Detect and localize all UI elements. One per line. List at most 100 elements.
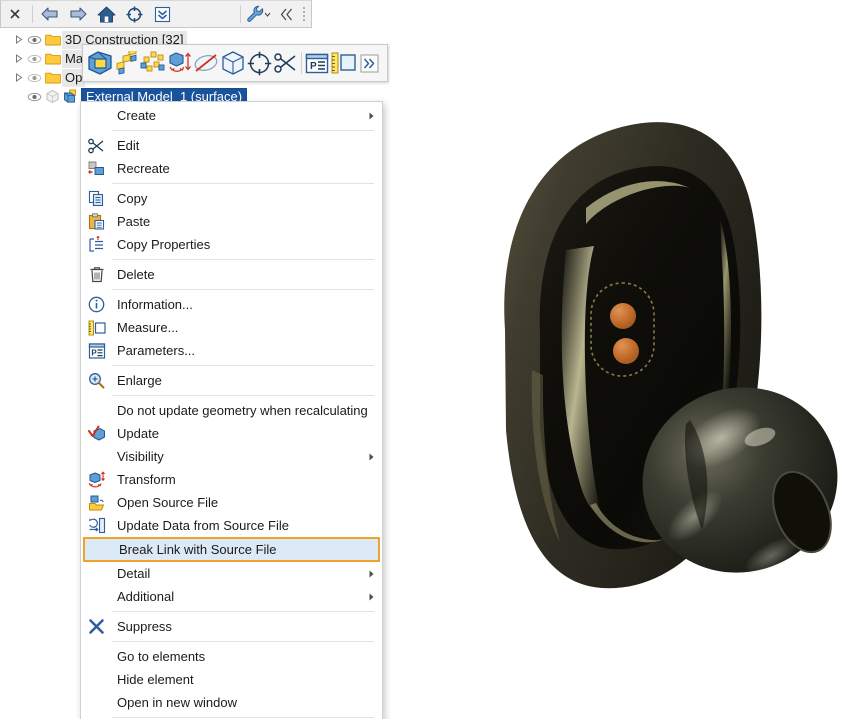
multi-bodies-icon[interactable]	[113, 48, 139, 78]
double-chevron-down-icon	[154, 6, 170, 22]
visibility-eye-icon[interactable]	[26, 68, 43, 87]
menu-item-delete[interactable]: Delete	[81, 263, 382, 286]
arrow-right-icon	[70, 7, 87, 21]
info-icon	[81, 293, 112, 316]
home-icon	[97, 6, 115, 22]
close-button[interactable]	[1, 1, 29, 27]
3d-viewport[interactable]	[390, 0, 854, 719]
menu-item-recreate[interactable]: Recreate	[81, 157, 382, 180]
recreate-icon	[81, 157, 112, 180]
magnifier-plus-icon	[81, 369, 112, 392]
menu-item-label: Update	[117, 425, 159, 441]
visibility-eye-icon[interactable]	[26, 49, 43, 68]
no-icon	[81, 668, 112, 691]
expand-triangle-icon[interactable]	[12, 30, 26, 49]
charging-contact-lower	[613, 338, 639, 364]
double-chevron-left-icon	[280, 8, 292, 20]
menu-item-create[interactable]: Create	[81, 104, 382, 127]
menu-separator	[112, 395, 374, 396]
menu-separator	[112, 641, 374, 642]
menu-item-edit[interactable]: Edit	[81, 134, 382, 157]
menu-item-update[interactable]: Update	[81, 422, 382, 445]
ruler-measure-icon[interactable]	[330, 48, 356, 78]
no-submenu	[360, 187, 382, 210]
back-button[interactable]	[36, 1, 64, 27]
home-button[interactable]	[92, 1, 120, 27]
menu-item-detail[interactable]: Detail	[81, 562, 382, 585]
toolbar-divider-2	[240, 5, 241, 23]
menu-item-label: Information...	[117, 296, 193, 312]
wireframe-cube-icon[interactable]	[219, 48, 245, 78]
menu-item-paste[interactable]: Paste	[81, 210, 382, 233]
solid-body-icon[interactable]	[87, 48, 113, 78]
close-x-icon	[10, 9, 20, 19]
menu-item-transform[interactable]: Transform	[81, 468, 382, 491]
crosshair-target-icon	[126, 6, 142, 22]
menu-item-label: Enlarge	[117, 372, 162, 388]
menu-item-label: Open in new window	[117, 694, 237, 710]
transform-icon	[81, 468, 112, 491]
crosshair-target-icon[interactable]	[246, 48, 272, 78]
menu-item-label: Detail	[117, 565, 151, 581]
no-submenu	[360, 263, 382, 286]
menu-separator	[112, 183, 374, 184]
menu-item-information[interactable]: Information...	[81, 293, 382, 316]
menu-item-enlarge[interactable]: Enlarge	[81, 369, 382, 392]
context-menu[interactable]: Create Edit Recreate Copy Paste Copy Pro…	[80, 101, 383, 719]
expand-more-icon[interactable]	[357, 48, 383, 78]
menu-item-label: Update Data from Source File	[117, 517, 289, 533]
menu-item-label: Measure...	[117, 319, 179, 335]
menu-item-do-not-update-geometry[interactable]: Do not update geometry when recalculatin…	[81, 399, 382, 422]
vertical-dots-icon[interactable]	[300, 4, 307, 24]
menu-item-measure[interactable]: Measure...	[81, 316, 382, 339]
menu-item-visibility[interactable]: Visibility	[81, 445, 382, 468]
locate-button[interactable]	[120, 1, 148, 27]
visibility-eye-icon[interactable]	[26, 30, 43, 49]
update-check-icon	[81, 422, 112, 445]
no-icon	[81, 104, 112, 127]
menu-item-label: Visibility	[117, 448, 164, 464]
settings-button[interactable]	[244, 1, 272, 27]
menu-item-label: Open Source File	[117, 494, 219, 510]
no-submenu	[360, 157, 382, 180]
menu-item-copy[interactable]: Copy	[81, 187, 382, 210]
menu-item-suppress[interactable]: Suppress	[81, 615, 382, 638]
open-source-file-icon	[81, 491, 112, 514]
element-mini-toolbar: P	[82, 44, 388, 82]
collapse-all-button[interactable]	[148, 1, 176, 27]
menu-item-open-in-new-window[interactable]: Open in new window	[81, 691, 382, 714]
no-icon	[81, 691, 112, 714]
menu-item-go-to-elements[interactable]: Go to elements	[81, 645, 382, 668]
no-submenu	[360, 316, 382, 339]
menu-item-update-data-from-source-file[interactable]: Update Data from Source File	[81, 514, 382, 537]
update-from-source-icon	[81, 514, 112, 537]
hide-ellipse-icon[interactable]	[193, 48, 219, 78]
expand-triangle-icon[interactable]	[12, 68, 26, 87]
scattered-points-icon[interactable]	[140, 48, 166, 78]
navigation-toolbar	[0, 0, 312, 28]
tree-item-materials[interactable]: Ma	[12, 49, 87, 68]
menu-item-additional[interactable]: Additional	[81, 585, 382, 608]
menu-item-break-link-with-source-file[interactable]: Break Link with Source File	[83, 537, 380, 562]
forward-button[interactable]	[64, 1, 92, 27]
visibility-eye-icon[interactable]	[26, 87, 43, 106]
no-submenu	[360, 422, 382, 445]
no-submenu	[360, 491, 382, 514]
menu-item-parameters[interactable]: P Parameters...	[81, 339, 382, 362]
scissors-icon[interactable]	[272, 48, 298, 78]
tree-item-operations[interactable]: Op	[12, 68, 86, 87]
ghost-cube-icon	[43, 87, 62, 106]
expand-triangle-icon[interactable]	[12, 49, 26, 68]
menu-item-label: Break Link with Source File	[119, 541, 277, 557]
copy-properties-icon	[81, 233, 112, 256]
menu-item-copy-properties[interactable]: Copy Properties	[81, 233, 382, 256]
menu-item-label: Transform	[117, 471, 176, 487]
parameters-icon[interactable]: P	[304, 48, 330, 78]
menu-item-open-source-file[interactable]: Open Source File	[81, 491, 382, 514]
menu-item-hide-element[interactable]: Hide element	[81, 668, 382, 691]
no-submenu	[368, 399, 390, 422]
move-body-icon[interactable]	[166, 48, 192, 78]
no-submenu	[360, 514, 382, 537]
menu-item-label: Hide element	[117, 671, 194, 687]
collapse-panel-button[interactable]	[272, 1, 300, 27]
